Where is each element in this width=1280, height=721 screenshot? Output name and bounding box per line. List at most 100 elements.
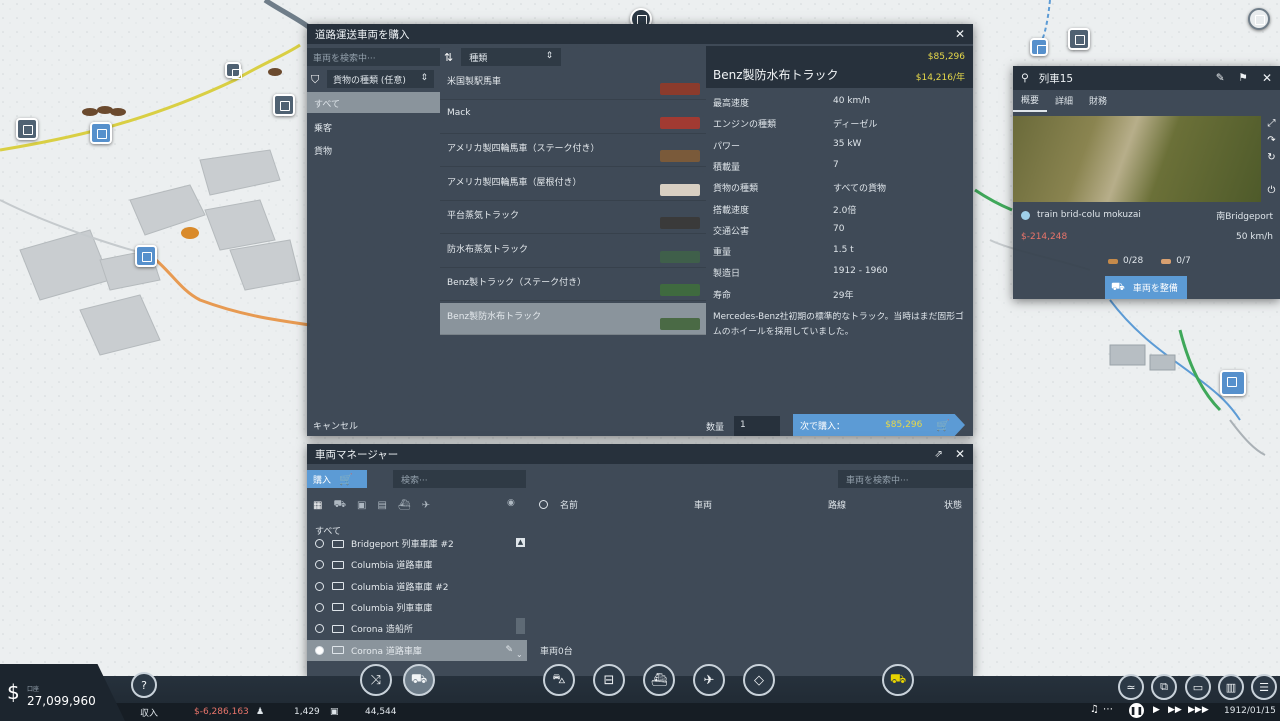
all-types-icon[interactable]: ▦ [313, 500, 322, 511]
vehicle-list-item[interactable]: Benz製防水布トラック [440, 302, 706, 335]
ship-icon[interactable]: ⛴ [643, 664, 675, 696]
shuffle-icon[interactable]: ⤨ [360, 664, 392, 696]
category-cargo[interactable]: 貨物 [307, 139, 440, 160]
depot-list-item[interactable]: Bridgeport 列車車庫 #2 [307, 533, 527, 554]
column-line[interactable]: 路線 [828, 498, 944, 511]
sort-dropdown[interactable]: 種類 ⇕ [461, 48, 562, 66]
cargo-box-icon[interactable] [1030, 38, 1048, 56]
depot-list-item[interactable]: Corona 造船所 [307, 618, 527, 639]
category-all[interactable]: すべて [307, 92, 440, 113]
warehouse-icon[interactable] [1068, 28, 1090, 50]
service-vehicle-button[interactable]: ⛟ 車両を整備 [1105, 276, 1187, 299]
vehicle-list-item[interactable]: アメリカ製四輪馬車（ステーク付き） [440, 135, 706, 167]
quantity-input[interactable]: 1 [734, 416, 781, 436]
lines-icon[interactable]: ⧉ [1151, 674, 1177, 700]
train-icon[interactable]: ⊟ [593, 664, 625, 696]
visibility-eye-icon[interactable]: ◉ [507, 498, 515, 508]
filter-icon[interactable]: ⛉ [311, 73, 323, 86]
terrain-icon[interactable]: ◇ [743, 664, 775, 696]
vehicle-list-item[interactable]: Mack [440, 102, 706, 134]
music-icon[interactable]: ♫ [1090, 704, 1099, 715]
speed-zero-icon[interactable]: ⋯ [1103, 704, 1113, 715]
pause-icon[interactable]: ❚❚ [1129, 703, 1144, 718]
spec-value: 1912 - 1960 [833, 266, 888, 277]
column-vehicle[interactable]: 車両 [694, 498, 828, 511]
depot-list-item[interactable]: Columbia 道路車庫 #2 [307, 576, 527, 597]
depot-list-item[interactable]: Columbia 道路車庫 [307, 554, 527, 575]
select-all-radio[interactable] [539, 499, 548, 509]
bulldozer-icon[interactable]: ⛟ [882, 664, 914, 696]
depot-icon [332, 603, 344, 612]
radio-icon[interactable] [315, 539, 324, 548]
depot-list-item[interactable]: Corona 道路車庫 ✎ [307, 639, 527, 661]
income-label: 収入 [140, 708, 159, 719]
follow-icon[interactable]: ↻ [1267, 152, 1275, 163]
scrollbar-thumb[interactable] [516, 618, 525, 634]
train-camera-view[interactable] [1013, 116, 1261, 202]
close-icon[interactable]: ✕ [1262, 71, 1272, 85]
menu-icon[interactable]: ☰ [1251, 674, 1277, 700]
vehicle-list-item[interactable]: 平台蒸気トラック [440, 202, 706, 234]
sort-icon[interactable]: ⇅ [444, 51, 453, 64]
power-icon[interactable]: ⏻ [1268, 185, 1276, 196]
help-icon[interactable]: ? [131, 672, 157, 698]
cargo-box-icon[interactable] [1220, 370, 1246, 396]
cargo-box-icon[interactable] [90, 122, 112, 144]
category-passenger[interactable]: 乗客 [307, 116, 440, 137]
depot-list-item[interactable]: Columbia 列車車庫 [307, 597, 527, 618]
train-icon[interactable]: ▤ [378, 500, 387, 511]
vehicle-manager-icon[interactable]: ⛟ [403, 664, 435, 696]
depot-icon[interactable] [225, 62, 242, 79]
expand-icon[interactable]: ⤢ [1268, 118, 1276, 129]
train-line-name[interactable]: train brid-colu mokuzai [1037, 210, 1141, 220]
quantity-label: 数量 [706, 422, 725, 433]
train-tab[interactable]: 財務 [1081, 90, 1115, 111]
ship-icon[interactable]: ⛴ [398, 500, 411, 511]
close-icon[interactable]: ✕ [955, 27, 965, 41]
radio-icon[interactable] [315, 560, 324, 570]
messages-icon[interactable]: ▭ [1185, 674, 1211, 700]
rename-pencil-icon[interactable]: ✎ [1216, 72, 1225, 84]
manager-buy-button[interactable]: 購入 🛒 [307, 470, 367, 488]
location-pin-icon[interactable]: ⚲ [1021, 72, 1029, 84]
vehicle-list-item[interactable]: 防水布蒸気トラック [440, 236, 706, 268]
airplane-icon[interactable]: ✈ [422, 500, 430, 511]
vehicle-list-item[interactable]: Benz製トラック（ステーク付き） [440, 269, 706, 301]
play-icon[interactable]: ▶ [1153, 705, 1160, 715]
warehouse-icon[interactable] [273, 94, 295, 116]
manager-search-input[interactable]: 検索··· [393, 470, 526, 488]
layers-icon[interactable]: ≃ [1118, 674, 1144, 700]
cargo-box-icon[interactable] [135, 245, 157, 267]
statistics-icon[interactable]: ▥ [1218, 674, 1244, 700]
column-name[interactable]: 名前 [560, 498, 694, 511]
road-vehicle-icon[interactable]: ⛟ [333, 499, 346, 512]
buy-button[interactable]: 次で購入： $85,296 🛒 [793, 414, 965, 436]
scroll-down-icon[interactable]: ⌄ [516, 650, 525, 659]
tram-icon[interactable]: ▣ [357, 500, 366, 511]
cancel-button[interactable]: キャンセル [313, 419, 358, 432]
rename-pencil-icon[interactable]: ✎ [505, 645, 513, 655]
depot-icon[interactable] [16, 118, 38, 140]
vehicle-list-item[interactable]: 米国製駅馬車 [440, 68, 706, 100]
vehicle-search-input[interactable]: 車両を検索中··· [307, 48, 440, 66]
radio-icon[interactable] [315, 581, 324, 591]
radio-icon[interactable] [315, 624, 324, 634]
checked-radio-icon[interactable] [315, 645, 324, 655]
close-icon[interactable]: ✕ [955, 447, 965, 461]
road-vehicle-icon[interactable]: ⛍ [543, 664, 575, 696]
fast-forward-icon[interactable]: ▶▶ [1168, 705, 1182, 715]
fastest-icon[interactable]: ▶▶▶ [1188, 705, 1209, 715]
pin-icon[interactable]: ⚑ [1239, 72, 1248, 84]
airplane-icon[interactable]: ✈ [693, 664, 725, 696]
train-tab[interactable]: 概要 [1013, 89, 1048, 112]
settings-gear-icon[interactable] [1248, 8, 1270, 30]
vehicle-list-item[interactable]: アメリカ製四輪馬車（屋根付き） [440, 169, 706, 201]
scroll-up-icon[interactable]: ▲ [516, 538, 525, 547]
column-status[interactable]: 状態 [944, 498, 962, 511]
cargo-type-dropdown[interactable]: 貨物の種類 (任意) ⇕ [327, 70, 434, 88]
radio-icon[interactable] [315, 602, 324, 612]
rotate-icon[interactable]: ↷ [1267, 135, 1275, 146]
train-tab[interactable]: 詳細 [1047, 90, 1081, 111]
popout-icon[interactable]: ⇗ [935, 449, 943, 460]
manager-vehicle-search-input[interactable]: 車両を検索中··· [838, 470, 973, 488]
